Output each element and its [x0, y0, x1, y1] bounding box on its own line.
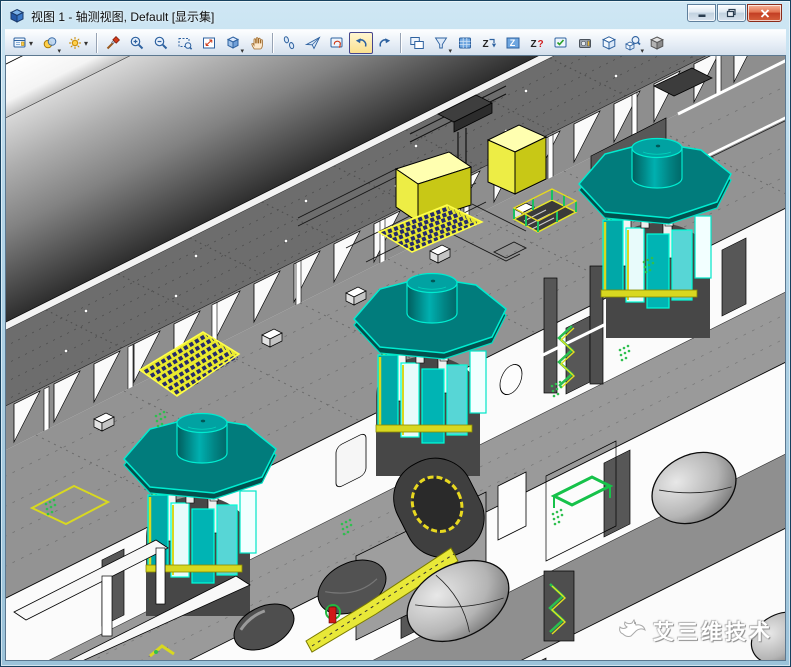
set-display-depth-button[interactable]: Z: [477, 32, 501, 54]
view-previous-button[interactable]: [349, 32, 373, 54]
set-display-depth-icon: Z: [481, 35, 497, 51]
show-display-depth-button[interactable]: Z: [501, 32, 525, 54]
pan-hand-icon: [249, 35, 265, 51]
svg-text:Z: Z: [510, 38, 516, 48]
camera-settings-button[interactable]: [573, 32, 597, 54]
restore-button[interactable]: [717, 4, 746, 22]
display-style-icon: [42, 35, 58, 51]
view-window-icon: [9, 8, 25, 24]
restore-icon: [726, 8, 737, 18]
render-view-button[interactable]: [597, 32, 621, 54]
minimize-button[interactable]: [687, 4, 716, 22]
window-area-icon: [177, 35, 193, 51]
clip-volume-icon: [433, 35, 449, 51]
close-icon: [760, 9, 770, 18]
equipment-box-2: [488, 125, 546, 194]
fly-button[interactable]: [301, 32, 325, 54]
window-controls: [687, 4, 782, 22]
minimize-icon: [697, 9, 707, 18]
show-display-depth-icon: Z: [505, 35, 521, 51]
update-view-brush-icon: [105, 35, 121, 51]
fit-view-icon: [201, 35, 217, 51]
clip-volume-button[interactable]: [429, 32, 453, 54]
ship-block-3d-model: [6, 56, 786, 661]
svg-text:?: ?: [538, 39, 544, 50]
walk-footprints-icon: [281, 35, 297, 51]
view-toolbar: Z Z Z ?: [5, 29, 786, 57]
view-previous-icon: [353, 35, 369, 51]
toolbar-separator: [400, 33, 402, 53]
query-render-icon: [625, 35, 641, 51]
query-render-button[interactable]: [621, 32, 645, 54]
close-button[interactable]: [747, 4, 782, 22]
query-display-depth-button[interactable]: Z ?: [525, 32, 549, 54]
brightness-sun-icon: [67, 35, 83, 51]
rotate-view-button[interactable]: [221, 32, 245, 54]
svg-text:Z: Z: [483, 39, 489, 50]
fly-plane-icon: [305, 35, 321, 51]
svg-text:Z: Z: [531, 39, 537, 50]
camera-icon: [577, 35, 593, 51]
clip-mask-icon: [457, 35, 473, 51]
fit-view-button[interactable]: [197, 32, 221, 54]
window-area-button[interactable]: [173, 32, 197, 54]
walk-button[interactable]: [277, 32, 301, 54]
copy-view-icon: [409, 35, 425, 51]
render-settings-button[interactable]: [645, 32, 669, 54]
render-cube-icon: [601, 35, 617, 51]
saved-views-button[interactable]: [549, 32, 573, 54]
zoom-out-button[interactable]: [149, 32, 173, 54]
toolbar-separator: [272, 33, 274, 53]
pan-view-button[interactable]: [245, 32, 269, 54]
gray-cube-icon: [649, 35, 665, 51]
zoom-in-icon: [129, 35, 145, 51]
view-window: 视图 1 - 轴测视图, Default [显示集]: [0, 0, 791, 667]
view-display-style-button[interactable]: [38, 32, 62, 54]
view-next-button[interactable]: [373, 32, 397, 54]
view-attributes-icon: [12, 35, 28, 51]
saved-views-icon: [553, 35, 569, 51]
update-view-button[interactable]: [101, 32, 125, 54]
query-display-depth-icon: Z ?: [529, 35, 545, 51]
copy-view-button[interactable]: [405, 32, 429, 54]
clip-mask-button[interactable]: [453, 32, 477, 54]
toolbar-separator: [96, 33, 98, 53]
window-title: 视图 1 - 轴测视图, Default [显示集]: [31, 8, 214, 25]
view-canvas[interactable]: 艾三维技术: [5, 55, 786, 661]
navigate-view-icon: [329, 35, 345, 51]
navigate-view-button[interactable]: [325, 32, 349, 54]
view-attributes-button[interactable]: [7, 32, 38, 54]
zoom-out-icon: [153, 35, 169, 51]
rotate-view-cube-icon: [225, 35, 241, 51]
titlebar[interactable]: 视图 1 - 轴测视图, Default [显示集]: [5, 3, 786, 29]
view-next-icon: [377, 35, 393, 51]
adjust-view-brightness-button[interactable]: [62, 32, 93, 54]
zoom-in-button[interactable]: [125, 32, 149, 54]
